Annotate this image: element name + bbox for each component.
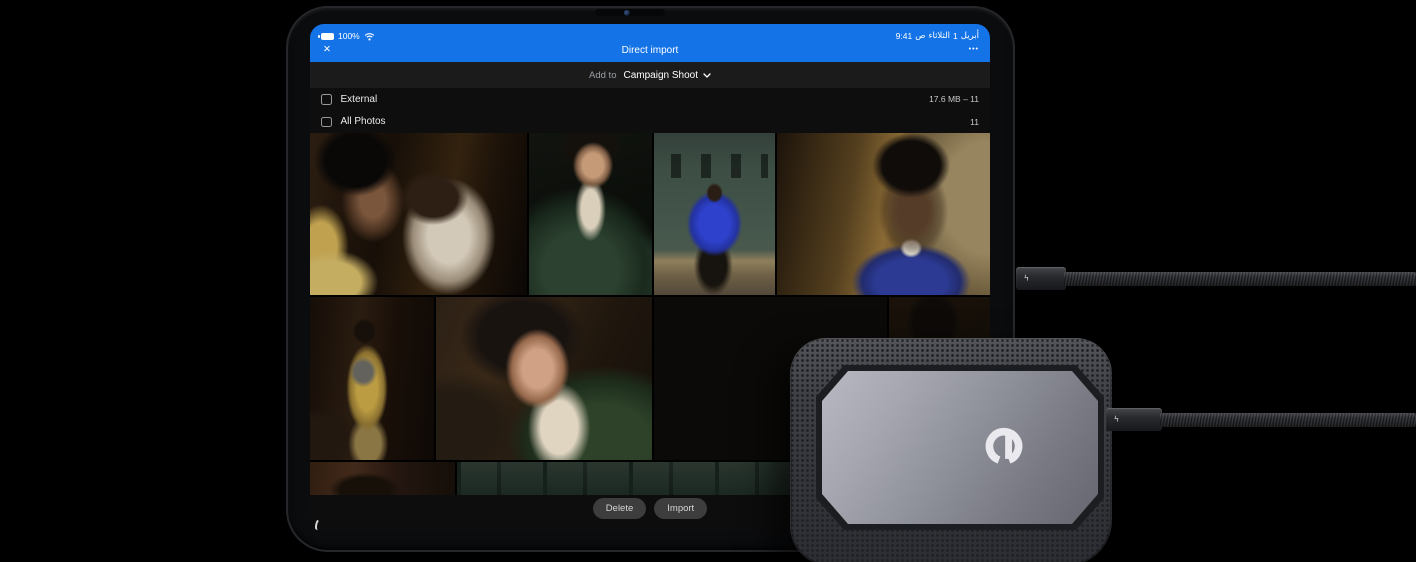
checkbox-all-photos[interactable] bbox=[321, 116, 332, 127]
front-camera-icon bbox=[624, 10, 630, 16]
album-dropdown[interactable]: Campaign Shoot bbox=[623, 70, 711, 81]
status-weekday: الثلاثاء bbox=[928, 30, 951, 41]
source-list: External 17.6 MB – 11 All Photos 11 bbox=[310, 88, 990, 133]
source-detail: 17.6 MB – 11 bbox=[929, 94, 979, 105]
external-drive bbox=[790, 338, 1112, 562]
add-to-bar: Add to Campaign Shoot bbox=[310, 62, 990, 88]
photo-thumbnail[interactable] bbox=[436, 297, 652, 460]
thunderbolt-connector-bottom: ϟ bbox=[1106, 408, 1162, 431]
thunderbolt-connector-top: ϟ bbox=[1016, 267, 1066, 290]
source-row-external[interactable]: External 17.6 MB – 11 bbox=[310, 88, 990, 111]
more-options-icon[interactable]: ••• bbox=[969, 46, 979, 53]
cable-bottom bbox=[1160, 413, 1416, 427]
import-button[interactable]: Import bbox=[654, 498, 708, 519]
source-row-all-photos[interactable]: All Photos 11 bbox=[310, 111, 990, 134]
app-header: ✕ Direct import ••• bbox=[310, 43, 990, 62]
photo-thumbnail[interactable] bbox=[529, 133, 652, 295]
drive-plate-ridge bbox=[816, 365, 1104, 530]
page-title: Direct import bbox=[621, 45, 679, 56]
battery-icon bbox=[318, 32, 334, 40]
status-day: 1 bbox=[953, 30, 958, 41]
photo-thumbnail[interactable] bbox=[310, 133, 527, 295]
source-label: External bbox=[340, 93, 378, 105]
thunderbolt-icon: ϟ bbox=[1023, 272, 1030, 283]
source-label: All Photos bbox=[340, 116, 386, 128]
top-bar: 100% 9:41 ص الثلاثاء 1 أبريل ✕ Direct im… bbox=[310, 24, 990, 62]
album-name: Campaign Shoot bbox=[623, 69, 698, 81]
checkbox-external[interactable] bbox=[321, 94, 332, 105]
wifi-icon bbox=[364, 32, 374, 40]
thunderbolt-icon: ϟ bbox=[1113, 413, 1120, 424]
status-time: 9:41 bbox=[895, 30, 913, 41]
battery-percent: 100% bbox=[338, 30, 360, 41]
status-am-pm: ص bbox=[915, 30, 926, 41]
status-left-cluster: 100% bbox=[318, 30, 375, 41]
g-drive-logo-icon bbox=[981, 424, 1027, 470]
scene: ϟ 100% 9:41 ص الثلاثاء 1 أبريل ✕ Direct … bbox=[0, 0, 1416, 562]
photo-thumbnail[interactable] bbox=[777, 133, 990, 295]
status-month: أبريل bbox=[960, 30, 979, 41]
photo-thumbnail[interactable] bbox=[310, 462, 455, 495]
photo-thumbnail[interactable] bbox=[654, 133, 775, 295]
front-camera-housing bbox=[595, 9, 665, 16]
source-detail: 11 bbox=[970, 116, 979, 127]
cable-top bbox=[1064, 272, 1416, 286]
status-bar: 100% 9:41 ص الثلاثاء 1 أبريل bbox=[310, 24, 990, 43]
chevron-down-icon bbox=[703, 72, 711, 78]
drive-plate bbox=[822, 371, 1098, 524]
add-to-label: Add to bbox=[589, 69, 617, 81]
status-datetime: 9:41 ص الثلاثاء 1 أبريل bbox=[896, 32, 979, 41]
photo-thumbnail[interactable] bbox=[310, 297, 434, 460]
delete-button[interactable]: Delete bbox=[592, 498, 647, 519]
